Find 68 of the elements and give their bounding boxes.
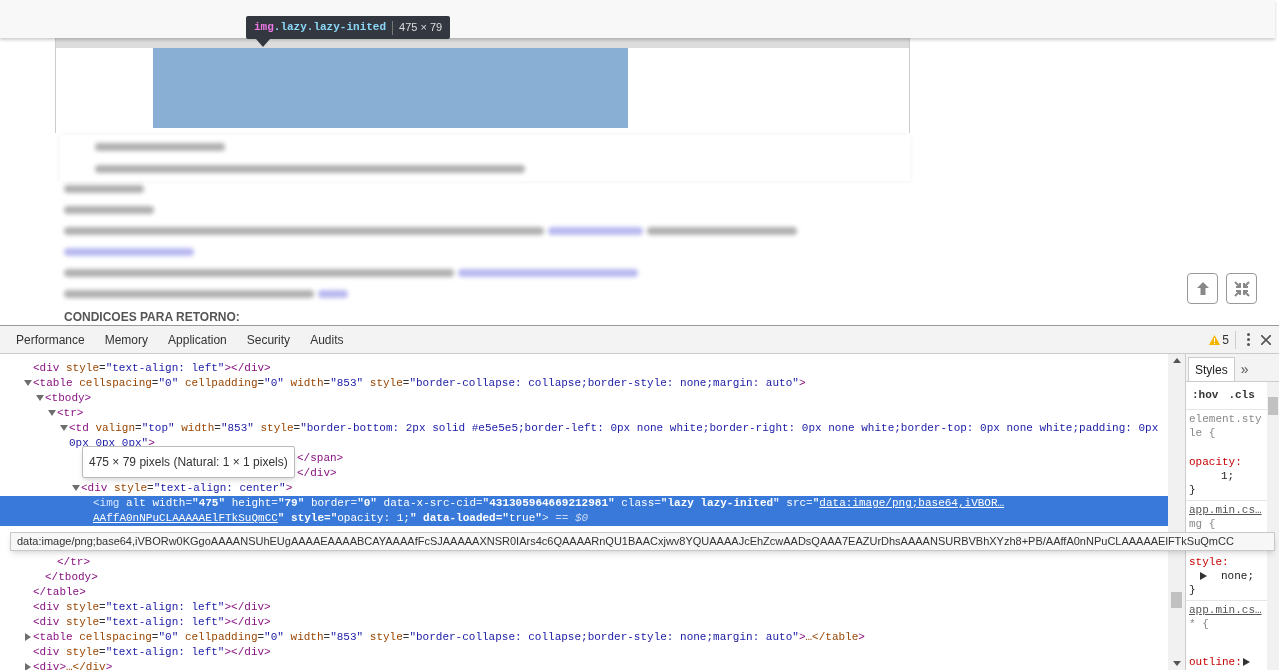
rule-selector: element.style { [1189, 412, 1263, 440]
property-name: outline: [1189, 655, 1242, 669]
link[interactable]: data:image/png;base64,iVBOR… [819, 497, 1005, 509]
code-line: </div> [297, 467, 337, 479]
styles-tab[interactable]: Styles [1188, 357, 1235, 381]
code-line: <table cellspacing="0" cellpadding="0" width="853" style="border-collapse: collapse;border-style: none;margin: auto"> [33, 376, 806, 391]
expanded-triangle-icon[interactable] [72, 484, 80, 492]
size-tooltip: 475 × 79 pixels (Natural: 1 × 1 pixels) [82, 446, 295, 478]
warning-counter[interactable]: 5 [1209, 330, 1236, 349]
code-line: <div style="text-align: center"> [81, 481, 293, 496]
collapsed-triangle-icon[interactable] [24, 663, 32, 670]
code-line: </table> [33, 586, 86, 598]
code-line: <div style="text-align: left"></div> [33, 615, 271, 630]
code-line: <tr> [57, 406, 84, 421]
expand-triangle-icon[interactable] [1200, 572, 1207, 580]
up-arrow-icon [1196, 282, 1209, 295]
shrink-arrows-icon [1233, 280, 1250, 297]
code-line: AAffA0nNPuCLAAAAAElFTkSuQmCC" style="opacity: 1;" data-loaded="true"> == $0 [93, 512, 589, 524]
tooltip-pointer [256, 39, 270, 47]
style-filter-button[interactable]: :hov [1192, 387, 1219, 404]
more-options-icon[interactable] [1247, 333, 1250, 346]
expanded-triangle-icon[interactable] [24, 379, 32, 387]
url-tooltip: data:image/png;base64,iVBORw0KGgoAAAANSUhEUgAAAAEAAAABCAYAAAAfFcSJAAAAAXNSR0IArs4c6QAAAARnQU1BAACxjwv8YQUAAAAJcEhZcwAADsQAAA7EAZUrDhsAAAANSURBVBhXYzh8+PB/AAffA0nNPuCLAAAAAElFTkSuQmCC [10, 532, 1275, 551]
expanded-triangle-icon[interactable] [60, 424, 68, 432]
devtools-tab[interactable]: Audits [300, 326, 354, 353]
expanded-triangle-icon[interactable] [36, 394, 44, 402]
expanded-triangle-icon[interactable] [48, 409, 56, 417]
rule-close: } [1189, 483, 1197, 497]
link[interactable]: AAffA0nNPuCLAAAAAElFTkSuQmCC [93, 512, 278, 524]
code-line: </tr> [57, 556, 90, 568]
close-icon[interactable] [1261, 334, 1271, 345]
more-tabs-button[interactable]: » [1234, 357, 1255, 381]
code-line: <div style="text-align: left"></div> [33, 361, 271, 376]
property-value: 1; [1221, 469, 1235, 483]
code-line: <div style="text-align: left"></div> [33, 645, 271, 660]
property-name: opacity: [1189, 455, 1242, 469]
warning-icon [1209, 334, 1221, 345]
code-line: <tbody> [45, 391, 92, 406]
styles-scrollbar[interactable] [1267, 382, 1279, 670]
code-line: <img alt width="475" height="79" border="0" data-x-src-cid="431305964669212981" class="lazy lazy-inited" src="data:image/png;base64,iVBOR… [93, 497, 1005, 509]
rule-selector: mg { [1189, 517, 1217, 531]
devtools-tab[interactable]: Security [236, 326, 301, 353]
code-line: </span> [297, 452, 344, 464]
scroll-up-icon[interactable] [1172, 358, 1181, 363]
code-line: <div style="text-align: left"></div> [33, 600, 271, 615]
code-line: <table cellspacing="0" cellpadding="0" width="853" style="border-collapse: collapse;border-style: none;margin: auto">…</table> [33, 630, 865, 645]
collapsed-triangle-icon[interactable] [24, 633, 32, 641]
devtools-tab[interactable]: Memory [94, 326, 159, 353]
property-value: none; [1221, 569, 1254, 583]
scroll-up-button[interactable] [1187, 273, 1218, 304]
code-line: <div>…</div> [33, 660, 113, 670]
scrollbar-thumb[interactable] [1171, 592, 1182, 608]
section-heading: CONDICOES PARA RETORNO: [64, 310, 240, 324]
property-name: style: [1189, 555, 1229, 569]
highlight-tooltip: img.lazy.lazy-inited 475 × 79 [246, 16, 451, 39]
collapse-button[interactable] [1226, 273, 1257, 304]
expand-triangle-icon[interactable] [1242, 658, 1250, 666]
blurred-text-drawing [318, 290, 348, 298]
scroll-down-icon[interactable] [1172, 661, 1181, 666]
style-filter-button[interactable]: .cls [1228, 387, 1255, 404]
stylesheet-link[interactable]: app.min.cs… [1189, 504, 1262, 516]
scrollbar-thumb[interactable] [1268, 397, 1278, 415]
devtools-tab[interactable]: Application [158, 326, 237, 353]
code-line: </tbody> [45, 571, 98, 583]
rule-selector: * { [1189, 617, 1210, 631]
rule-close: } [1189, 583, 1197, 597]
stylesheet-link[interactable]: app.min.cs… [1189, 604, 1262, 616]
devtools-tab[interactable]: Performance [6, 326, 95, 353]
